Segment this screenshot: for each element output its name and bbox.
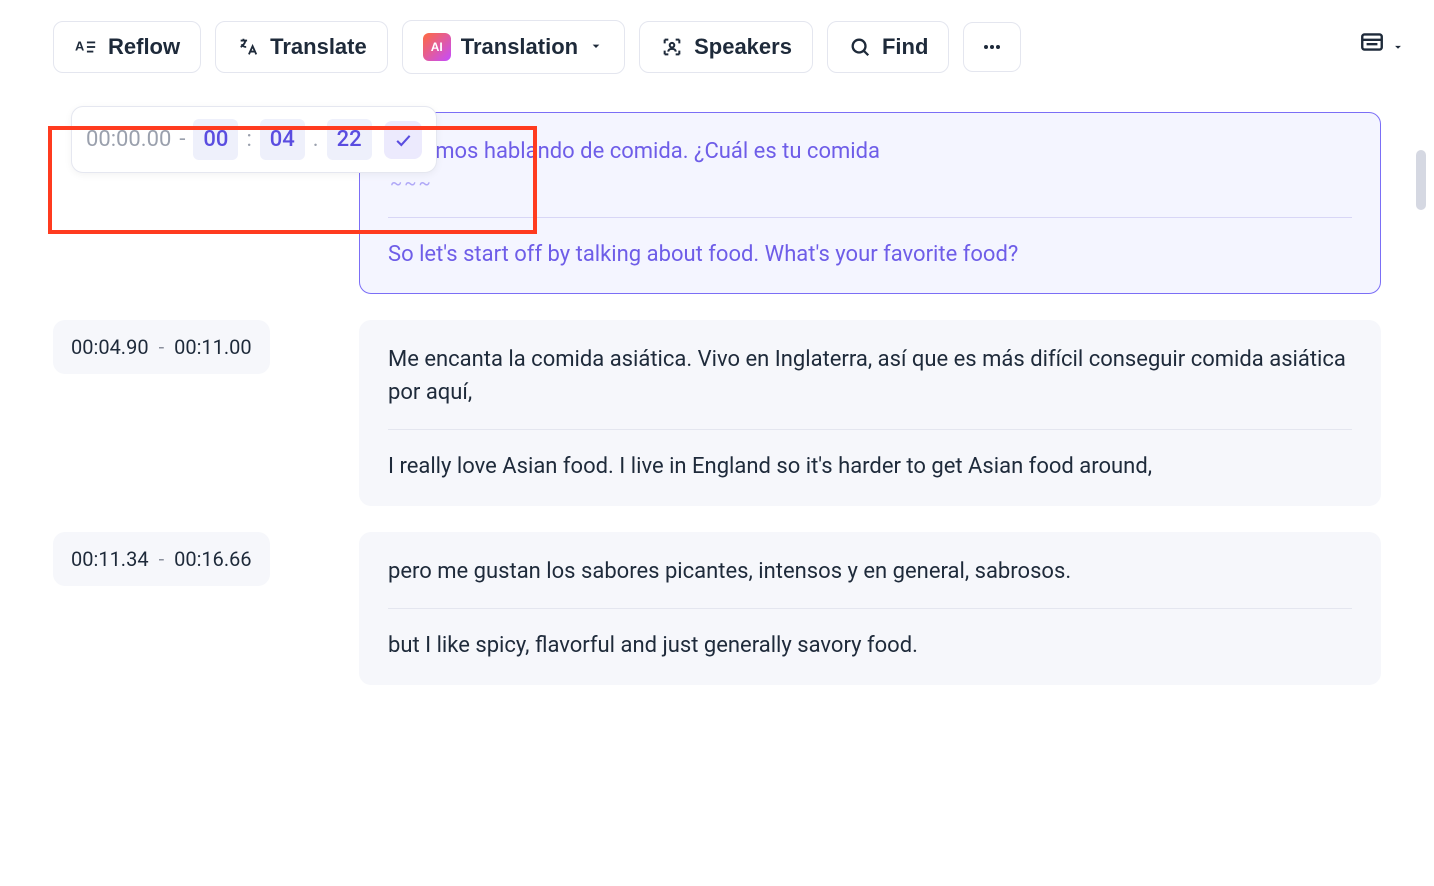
scrollbar-thumb[interactable] <box>1416 150 1426 210</box>
segment-row: 00:04.90 - 00:11.00 Me encanta la comida… <box>53 320 1381 506</box>
chevron-down-icon <box>588 34 604 60</box>
svg-text:A: A <box>75 39 84 54</box>
wave-underline: ~~~ <box>390 170 1352 197</box>
translation-label: Translation <box>461 34 578 60</box>
segment-row: 00:00.00 - 00 : 04 . 22 pecemos hablando… <box>53 112 1381 294</box>
translate-button[interactable]: Translate <box>215 21 388 73</box>
scrollbar[interactable] <box>1416 150 1426 850</box>
dash-label: - <box>179 123 185 156</box>
time-end: 00:11.00 <box>174 332 252 362</box>
time-editor[interactable]: 00:00.00 - 00 : 04 . 22 <box>71 106 437 173</box>
view-icon <box>1359 29 1385 65</box>
more-icon <box>980 35 1004 59</box>
time-range[interactable]: 00:11.34 - 00:16.66 <box>53 532 270 586</box>
toolbar: A Reflow Translate AI Translation Speake… <box>15 20 1419 74</box>
search-icon <box>848 35 872 59</box>
divider <box>388 429 1352 430</box>
more-button[interactable] <box>963 22 1021 72</box>
find-label: Find <box>882 34 928 60</box>
segment-row: 00:11.34 - 00:16.66 pero me gustan los s… <box>53 532 1381 685</box>
segment-target: So let's start off by talking about food… <box>388 238 1352 271</box>
time-range[interactable]: 00:04.90 - 00:11.00 <box>53 320 270 374</box>
translation-dropdown[interactable]: AI Translation <box>402 20 625 74</box>
speakers-button[interactable]: Speakers <box>639 21 813 73</box>
confirm-button[interactable] <box>384 121 422 159</box>
divider <box>388 608 1352 609</box>
segment-source: Me encanta la comida asiática. Vivo en I… <box>388 343 1352 409</box>
reflow-label: Reflow <box>108 34 180 60</box>
transcript-content: 00:00.00 - 00 : 04 . 22 pecemos hablando… <box>15 112 1419 685</box>
speakers-icon <box>660 35 684 59</box>
editor-seconds[interactable]: 04 <box>260 119 305 160</box>
segment-source: pecemos hablando de comida. ¿Cuál es tu … <box>388 135 1352 168</box>
dot-label: . <box>313 123 319 156</box>
reflow-icon: A <box>74 35 98 59</box>
find-button[interactable]: Find <box>827 21 949 73</box>
segment-text[interactable]: pero me gustan los sabores picantes, int… <box>359 532 1381 685</box>
dash-label: - <box>159 332 165 362</box>
speakers-label: Speakers <box>694 34 792 60</box>
editor-start: 00:00.00 <box>86 123 171 156</box>
colon-label: : <box>246 123 251 156</box>
ai-icon: AI <box>423 33 451 61</box>
translate-icon <box>236 35 260 59</box>
chevron-down-icon <box>1391 31 1405 64</box>
segment-text[interactable]: Me encanta la comida asiática. Vivo en I… <box>359 320 1381 506</box>
time-start: 00:04.90 <box>71 332 149 362</box>
time-start: 00:11.34 <box>71 544 149 574</box>
segment-target: I really love Asian food. I live in Engl… <box>388 450 1352 483</box>
segment-source: pero me gustan los sabores picantes, int… <box>388 555 1352 588</box>
editor-minutes[interactable]: 00 <box>193 119 238 160</box>
editor-centis[interactable]: 22 <box>327 119 372 160</box>
divider <box>388 217 1352 218</box>
reflow-button[interactable]: A Reflow <box>53 21 201 73</box>
translate-label: Translate <box>270 34 367 60</box>
dash-label: - <box>159 544 165 574</box>
time-end: 00:16.66 <box>174 544 252 574</box>
view-dropdown[interactable] <box>1359 29 1405 65</box>
segment-text-active[interactable]: pecemos hablando de comida. ¿Cuál es tu … <box>359 112 1381 294</box>
segment-target: but I like spicy, flavorful and just gen… <box>388 629 1352 662</box>
